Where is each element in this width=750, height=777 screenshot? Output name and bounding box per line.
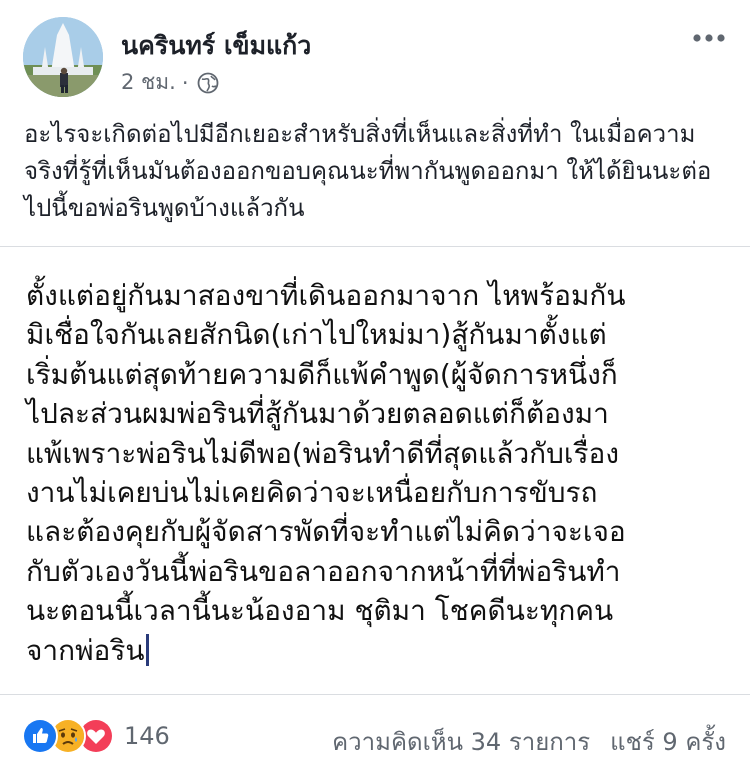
image-text-line: ไปละส่วนผมพ่อรินที่สู้กันมาด้วยตลอดแต่ก็…	[26, 397, 609, 431]
engagement-stats: ความคิดเห็น 34 รายการ แชร์ 9 ครั้ง	[332, 722, 726, 761]
author-name[interactable]: นครินทร์ เข็มแก้ว	[121, 26, 311, 66]
image-text-line: และต้องคุยกับผู้จัดสารพัดที่จะทำแต่ไม่คิ…	[26, 515, 626, 549]
image-text-line: แพ้เพราะพ่อรินไม่ดีพอ(พ่อรินทำดีที่สุดแล…	[26, 436, 620, 470]
globe-icon[interactable]	[197, 72, 219, 94]
reaction-count: 146	[124, 722, 170, 750]
image-text-line: นะตอนนี้เวลานี้นะน้องอาม ชุติมา โชคดีนะท…	[26, 594, 614, 628]
post-image-text: ตั้งแต่อยู่กันมาสองขาที่เดินออกมาจาก ไหพ…	[26, 276, 741, 670]
meta-separator: ·	[181, 70, 189, 95]
text-cursor	[145, 633, 149, 666]
image-text-line: จากพ่อริน	[26, 633, 145, 667]
image-divider	[0, 694, 750, 695]
image-text-line: มิเชื่อใจกันเลยสักนิด(เก่าไปใหม่มา)สู้กั…	[26, 318, 607, 352]
avatar-photo	[23, 17, 103, 97]
caption-divider	[0, 246, 750, 247]
image-text-line: งานไม่เคยบ่นไม่เคยคิดว่าจะเหนื่อยกับการข…	[26, 476, 598, 510]
more-options-icon[interactable]	[692, 30, 726, 44]
post-meta: 2 ชม. ·	[121, 66, 219, 99]
like-icon	[22, 718, 58, 754]
post-footer: 146 ความคิดเห็น 34 รายการ แชร์ 9 ครั้ง	[0, 705, 750, 769]
post-header: นครินทร์ เข็มแก้ว 2 ชม. ·	[0, 0, 750, 110]
post-timestamp[interactable]: 2 ชม.	[121, 66, 176, 99]
image-text-line: เริ่มต้นแต่สุดท้ายความดีก็แพ้คำพูด(ผู้จั…	[26, 357, 618, 391]
image-text-last-line: จากพ่อริน	[26, 631, 741, 670]
reactions-summary[interactable]: 146	[22, 718, 170, 754]
shares-link[interactable]: แชร์ 9 ครั้ง	[610, 722, 726, 761]
avatar[interactable]	[23, 17, 103, 97]
comments-link[interactable]: ความคิดเห็น 34 รายการ	[332, 722, 590, 761]
image-text-line: กับตัวเองวันนี้พ่อรินขอลาออกจากหน้าที่ที…	[26, 554, 621, 588]
image-text-line: ตั้งแต่อยู่กันมาสองขาที่เดินออกมาจาก ไหพ…	[26, 279, 626, 312]
post-caption: อะไรจะเกิดต่อไปมีอีกเยอะสำหรับสิ่งที่เห็…	[24, 120, 712, 222]
